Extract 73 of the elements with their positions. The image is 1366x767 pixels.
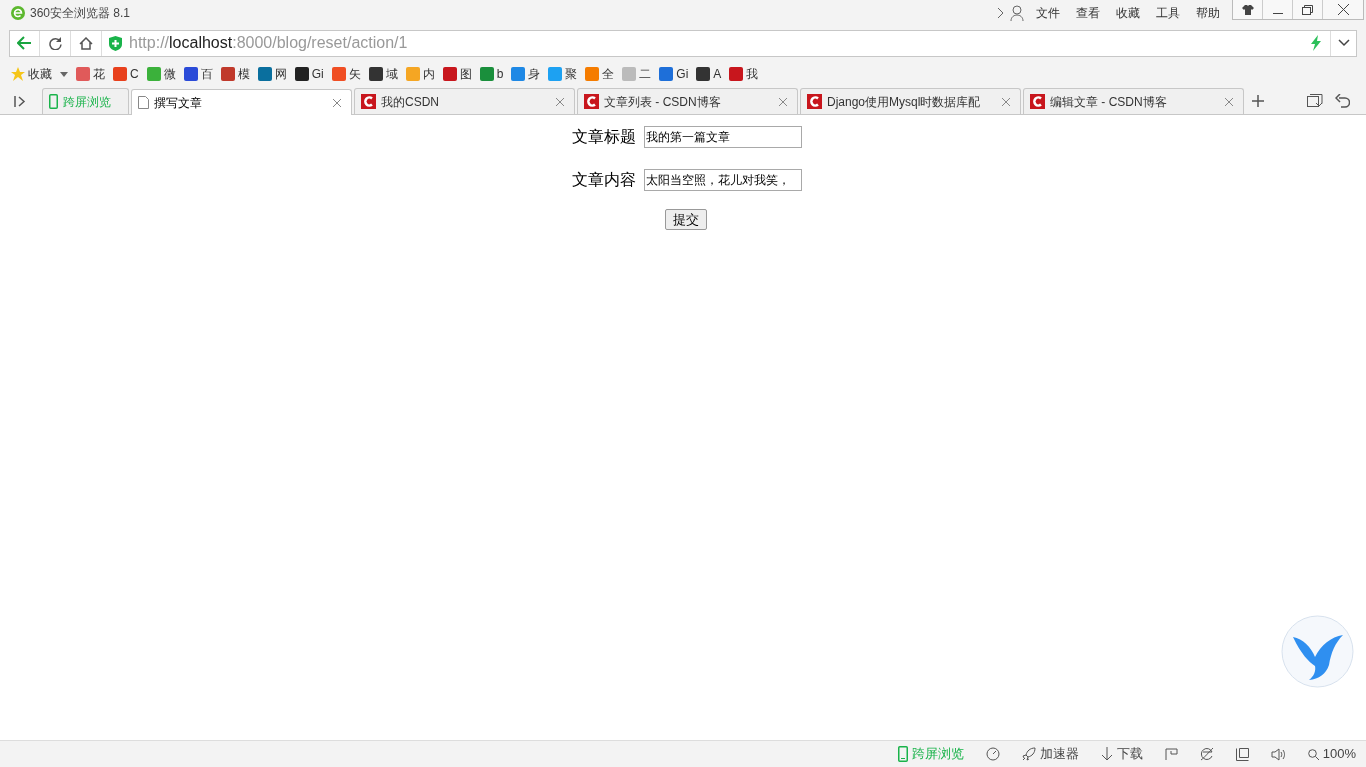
bookmark-link[interactable]: b [496,65,504,83]
text-input[interactable]: 我的第一篇文章 [644,126,802,148]
close-tab-icon[interactable] [779,97,787,106]
menu-item[interactable]: 查看 [1076,4,1100,22]
bookmark-link[interactable]: 身 [528,65,541,83]
browser-logo-icon [11,6,25,20]
bookmark-link[interactable]: 聚 [565,65,578,83]
bookmark-link[interactable]: 百 [200,65,213,83]
csdn-logo-icon [1030,94,1045,109]
bookmark-link[interactable]: 花 [93,65,105,83]
bookmark-link[interactable]: C [130,65,139,83]
phone-icon [897,746,908,762]
bookmark-link[interactable]: 内 [422,65,435,83]
sidebar-toggle-icon[interactable] [14,95,26,107]
browser-tab[interactable]: Django使用Mysql时数据库配 [800,88,1021,114]
bookmark-link[interactable]: 微 [163,65,176,83]
csdn-logo-icon [361,94,376,109]
zoom-level[interactable]: 100% [1322,744,1356,764]
bookmark-link[interactable]: 我 [746,65,759,83]
caret-icon[interactable] [60,71,68,77]
window-icon[interactable] [1235,747,1249,761]
tab-list-icon[interactable] [1307,94,1323,108]
phone-icon [49,94,58,109]
chevron-right-icon[interactable] [996,7,1004,19]
accelerator-link[interactable]: 加速器 [1039,744,1079,764]
bookmark-link[interactable]: 域 [385,65,398,83]
menu-item[interactable]: 帮助 [1196,4,1220,22]
bookmark-link[interactable]: 矢 [348,65,361,83]
window-title: 360安全浏览器 8.1 [30,5,131,22]
bird-logo-icon[interactable] [1281,615,1354,688]
menu-item[interactable]: 收藏 [1116,4,1140,22]
close-tab-icon[interactable] [556,97,564,106]
flag-icon[interactable] [1164,748,1178,760]
submit-button[interactable]: 提交 [665,209,707,230]
rocket-icon [1021,747,1036,761]
browser-tab[interactable]: 撰写文章 [131,89,352,115]
undo-icon[interactable] [1335,94,1350,108]
bookmark-link[interactable]: A [713,65,722,83]
download-link[interactable]: 下载 [1116,744,1143,764]
new-tab-icon[interactable] [1252,95,1264,107]
volume-icon[interactable] [1270,747,1286,761]
csdn-logo-icon [807,94,822,109]
bookmark-link[interactable]: 图 [459,65,472,83]
ie-icon[interactable] [1199,747,1214,761]
text-input[interactable]: 太阳当空照，花儿对我笑， [644,169,802,191]
shirt-icon [1241,4,1254,15]
browser-tab[interactable]: 文章列表 - CSDN博客 [577,88,798,114]
bookmark-link[interactable]: 网 [274,65,287,83]
close-tab-icon[interactable] [333,98,341,107]
zoom-icon [1307,748,1319,760]
bookmark-link[interactable]: Gi [311,65,324,83]
close-icon [1337,4,1349,15]
bookmark-link[interactable]: 全 [602,65,615,83]
browser-tab[interactable]: 编辑文章 - CSDN博客 [1023,88,1244,114]
field-label: 文章内容 [572,170,636,190]
menu-item[interactable]: 工具 [1156,4,1180,22]
restore-icon [1302,4,1313,15]
browser-tab[interactable]: 我的CSDN [354,88,575,114]
menu-item[interactable]: 文件 [1036,4,1060,22]
minimize-icon [1272,13,1283,14]
bookmark-link[interactable]: 模 [237,65,250,83]
bookmarks-label[interactable]: 收藏 [28,65,52,83]
bookmark-link[interactable]: Gi [676,65,689,83]
close-tab-icon[interactable] [1225,97,1233,106]
speedometer-icon[interactable] [985,747,1000,761]
download-icon [1100,747,1113,761]
bookmark-link[interactable]: 二 [639,65,652,83]
document-icon [138,96,149,109]
star-icon [10,66,26,82]
close-tab-icon[interactable] [1002,97,1010,106]
user-icon[interactable] [1010,5,1024,21]
csdn-logo-icon [584,94,599,109]
field-label: 文章标题 [572,127,636,147]
